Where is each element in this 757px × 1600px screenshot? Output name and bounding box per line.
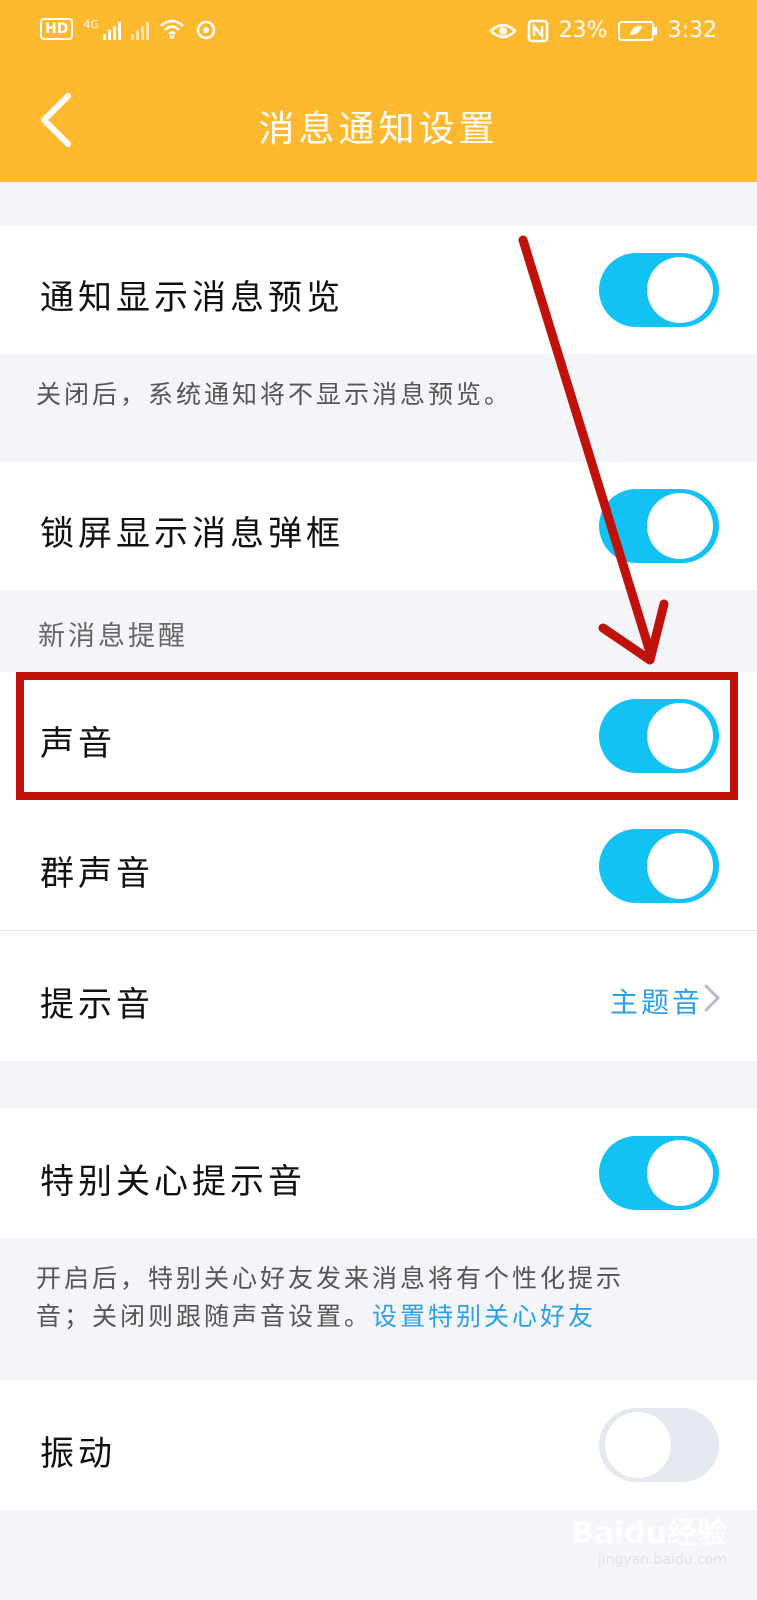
wifi-icon (160, 19, 184, 39)
toggle-knob (647, 493, 713, 559)
hd-badge: HD (40, 18, 74, 40)
setting-label: 特别关心提示音 (40, 1162, 306, 1202)
page-title: 消息通知设置 (258, 109, 499, 150)
vibrate-toggle[interactable] (599, 1408, 719, 1482)
hotspot-icon (196, 20, 216, 40)
chevron-right-icon (704, 984, 721, 1012)
toggle-knob (647, 257, 713, 323)
status-bar: HD 4G 23% 3:32 (0, 0, 757, 64)
setting-row-tone[interactable]: 提示音 主题音 (0, 931, 757, 1061)
setting-row-vibrate[interactable]: 振动 (0, 1380, 757, 1510)
group-sound-toggle[interactable] (599, 829, 719, 903)
tone-value: 主题音 (609, 986, 703, 1019)
special-tone-hint: 开启后，特别关心好友发来消息将有个性化提示 音；关闭则跟随声音设置。设置特别关心… (36, 1260, 726, 1336)
setting-label: 振动 (40, 1434, 116, 1474)
watermark-url: jingyan.baidu.com (597, 1552, 727, 1568)
status-left: HD 4G (40, 18, 217, 40)
setting-label: 提示音 (40, 985, 154, 1025)
battery-percent: 23% (558, 18, 608, 43)
top-nav-bar: 消息通知设置 (0, 64, 757, 182)
setting-row-lock-popup[interactable]: 锁屏显示消息弹框 (0, 462, 757, 590)
setting-row-preview[interactable]: 通知显示消息预览 (0, 226, 757, 354)
battery-icon (617, 20, 657, 41)
setting-label: 锁屏显示消息弹框 (40, 514, 344, 554)
nfc-icon (527, 19, 548, 42)
clock: 3:32 (667, 18, 717, 43)
lock-popup-toggle[interactable] (599, 489, 719, 563)
special-friends-link[interactable]: 设置特别关心好友 (372, 1302, 596, 1331)
toggle-knob (647, 833, 713, 899)
hint-line: 音；关闭则跟随声音设置。设置特别关心好友 (36, 1298, 726, 1336)
toggle-knob (605, 1412, 671, 1478)
annotation-highlight-box (16, 672, 738, 800)
network-type: 4G (83, 18, 99, 31)
watermark: Baidu经验 jingyan.baidu.com (571, 1508, 727, 1568)
section-title-new-message: 新消息提醒 (38, 621, 188, 652)
setting-row-special-tone[interactable]: 特别关心提示音 (0, 1108, 757, 1238)
toggle-knob (647, 1140, 713, 1206)
preview-hint: 关闭后，系统通知将不显示消息预览。 (36, 380, 513, 409)
setting-label: 群声音 (40, 854, 154, 894)
cell-signal-icon: 4G (83, 18, 121, 40)
watermark-brand: Baidu经验 (570, 1516, 727, 1551)
status-right: 23% 3:32 (488, 18, 717, 43)
setting-label: 通知显示消息预览 (40, 278, 344, 318)
special-tone-toggle[interactable] (599, 1136, 719, 1210)
cell-signal-2-icon (130, 18, 149, 40)
hint-line: 开启后，特别关心好友发来消息将有个性化提示 (36, 1264, 625, 1293)
hint-text: 音；关闭则跟随声音设置。 (36, 1302, 373, 1331)
preview-toggle[interactable] (599, 253, 719, 327)
eye-comfort-icon (488, 23, 517, 38)
setting-row-group-sound[interactable]: 群声音 (0, 800, 757, 930)
